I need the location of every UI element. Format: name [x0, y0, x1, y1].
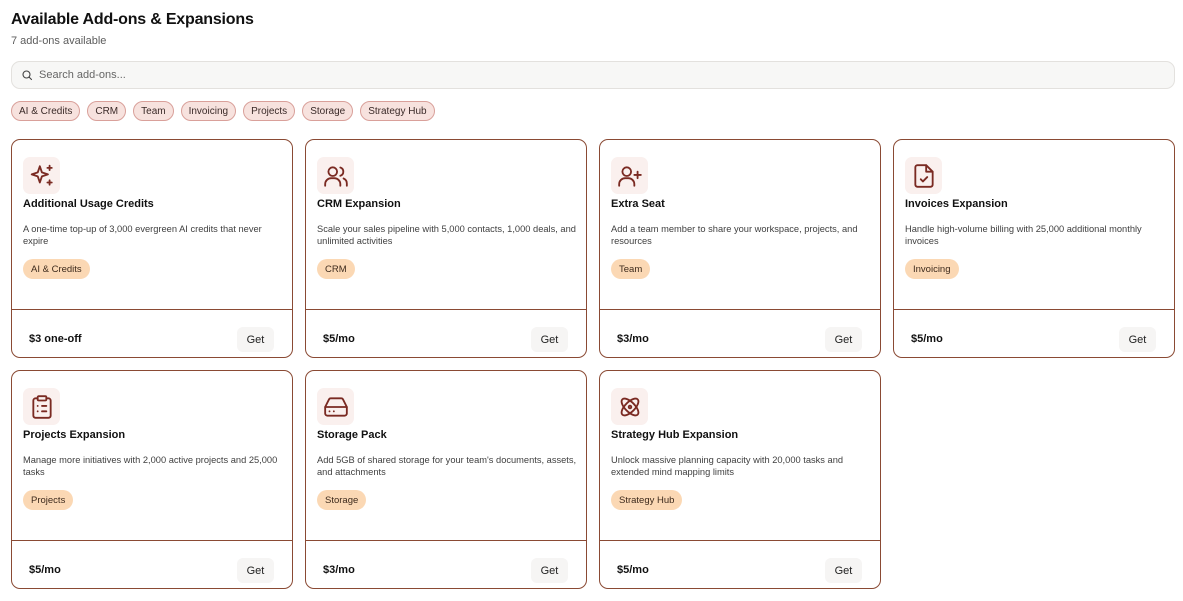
addon-name: Invoices Expansion [905, 198, 1008, 210]
addon-name: CRM Expansion [317, 198, 401, 210]
filter-chip-invoicing[interactable]: Invoicing [180, 101, 237, 121]
addon-category-tag: CRM [317, 259, 355, 279]
addon-price: $5/mo [29, 564, 61, 576]
addon-description: Unlock massive planning capacity with 20… [611, 455, 844, 477]
addon-card-extra-seat: Extra Seat Add a team member to share yo… [599, 139, 881, 358]
addon-description: A one-time top-up of 3,000 evergreen AI … [23, 224, 262, 246]
filter-chip-team[interactable]: Team [133, 101, 174, 121]
addon-description: Manage more initiatives with 2,000 activ… [23, 455, 278, 477]
get-button[interactable]: Get [825, 558, 862, 583]
filter-chip-projects[interactable]: Projects [243, 101, 296, 121]
card-divider [600, 309, 880, 310]
addon-card-projects-expansion: Projects Expansion Manage more initiativ… [11, 370, 293, 589]
addon-card-invoices-expansion: Invoices Expansion Handle high-volume bi… [893, 139, 1175, 358]
card-divider [12, 540, 292, 541]
card-divider [894, 309, 1174, 310]
addon-description: Add 5GB of shared storage for your team'… [317, 455, 577, 477]
addon-name: Storage Pack [317, 429, 387, 441]
sparkles-icon [23, 157, 60, 194]
file-check-icon [905, 157, 942, 194]
get-button[interactable]: Get [531, 327, 568, 352]
addon-category-tag: Strategy Hub [611, 490, 683, 510]
addon-price: $5/mo [617, 564, 649, 576]
addon-card-strategy-hub-expansion: Strategy Hub Expansion Unlock massive pl… [599, 370, 881, 589]
addon-description: Scale your sales pipeline with 5,000 con… [317, 224, 576, 246]
get-button[interactable]: Get [237, 327, 274, 352]
get-button[interactable]: Get [1119, 327, 1156, 352]
users-icon [317, 157, 354, 194]
addon-name: Strategy Hub Expansion [611, 429, 739, 441]
atom-icon [611, 388, 648, 425]
addon-category-tag: Invoicing [905, 259, 959, 279]
get-button[interactable]: Get [825, 327, 862, 352]
get-button[interactable]: Get [531, 558, 568, 583]
user-plus-icon [611, 157, 648, 194]
addon-description: Handle high-volume billing with 25,000 a… [905, 224, 1142, 246]
addon-price: $5/mo [911, 333, 943, 345]
addon-category-tag: Projects [23, 490, 74, 510]
addon-count: 7 add-ons available [11, 35, 107, 47]
addon-price: $5/mo [323, 333, 355, 345]
search-icon [22, 70, 33, 81]
addon-name: Additional Usage Credits [23, 198, 154, 210]
addon-card-storage-pack: Storage Pack Add 5GB of shared storage f… [305, 370, 587, 589]
card-divider [306, 309, 586, 310]
clipboard-list-icon [23, 388, 60, 425]
addon-category-tag: Team [611, 259, 651, 279]
addon-price: $3/mo [617, 333, 649, 345]
filter-chips: AI & Credits CRM Team Invoicing Projects… [11, 101, 435, 121]
hard-drive-icon [317, 388, 354, 425]
filter-chip-strategy-hub[interactable]: Strategy Hub [360, 101, 435, 121]
card-divider [306, 540, 586, 541]
card-divider [600, 540, 880, 541]
addon-category-tag: AI & Credits [23, 259, 90, 279]
addon-category-tag: Storage [317, 490, 367, 510]
search-bar[interactable] [11, 61, 1175, 89]
addon-card-usage-credits: Additional Usage Credits A one-time top-… [11, 139, 293, 358]
addon-name: Extra Seat [611, 198, 665, 210]
addon-description: Add a team member to share your workspac… [611, 224, 858, 246]
addon-price: $3/mo [323, 564, 355, 576]
filter-chip-storage[interactable]: Storage [302, 101, 354, 121]
get-button[interactable]: Get [237, 558, 274, 583]
addon-price: $3 one-off [29, 333, 82, 345]
filter-chip-crm[interactable]: CRM [87, 101, 127, 121]
filter-chip-ai-credits[interactable]: AI & Credits [11, 101, 81, 121]
page-title: Available Add-ons & Expansions [11, 11, 254, 28]
search-input[interactable] [39, 69, 1139, 81]
addon-card-crm-expansion: CRM Expansion Scale your sales pipeline … [305, 139, 587, 358]
card-divider [12, 309, 292, 310]
addon-name: Projects Expansion [23, 429, 126, 441]
